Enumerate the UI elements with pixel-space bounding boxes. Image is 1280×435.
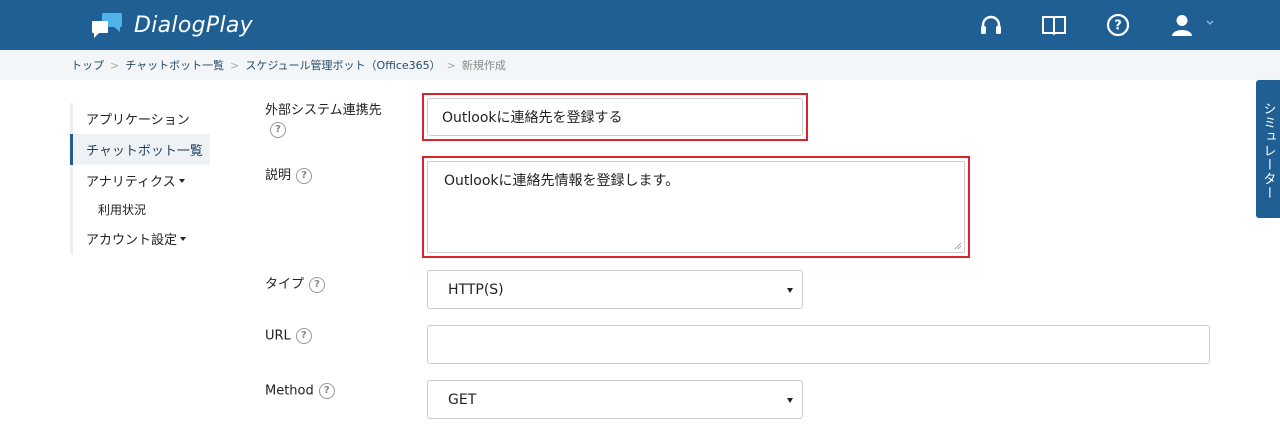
breadcrumb-separator: > [110,58,120,72]
help-button[interactable]: ? [1105,12,1131,38]
name-label-text: 外部システム連携先 [265,103,382,118]
method-select-value: GET [448,391,477,408]
sidebar-item-chatbot-list[interactable]: チャットボット一覧 [70,134,210,165]
description-value: Outlookに連絡先情報を登録します。 [444,173,680,189]
chevron-down-icon[interactable] [1205,18,1215,28]
help-circle-icon[interactable]: ? [309,276,326,293]
sidebar-item-label: チャットボット一覧 [86,144,203,159]
url-input[interactable] [427,325,1210,364]
description-textarea[interactable]: Outlookに連絡先情報を登録します。 [427,161,965,253]
breadcrumb: トップ > チャットボット一覧 > スケジュール管理ボット（Office365）… [71,50,506,80]
name-input-value: Outlookに連絡先を登録する [442,110,623,126]
sidebar-item-label: アナリティクス [86,175,176,190]
breadcrumb-bot[interactable]: スケジュール管理ボット（Office365） [245,57,440,73]
breadcrumb-top[interactable]: トップ [71,57,104,73]
brand-logo[interactable]: DialogPlay [90,10,253,40]
breadcrumb-bar: トップ > チャットボット一覧 > スケジュール管理ボット（Office365）… [0,50,1280,80]
help-circle-icon[interactable]: ? [295,328,312,344]
sidebar-item-analytics[interactable]: アナリティクス [70,165,210,196]
dropdown-arrow-icon [787,397,793,403]
user-icon [1172,15,1192,36]
manual-button[interactable] [1041,12,1067,38]
resize-grip-icon[interactable] [954,242,962,250]
method-label-text: Method [265,383,314,399]
type-label-text: タイプ [265,277,305,292]
help-circle-icon[interactable]: ? [296,167,313,184]
description-label: 説明? [265,164,313,184]
method-select[interactable]: GET [427,380,803,419]
help-circle-icon[interactable]: ? [270,122,286,138]
name-input[interactable]: Outlookに連絡先を登録する [427,98,803,136]
type-select[interactable]: HTTP(S) [427,270,803,309]
top-navbar: DialogPlay ? [0,0,1280,50]
help-circle-icon[interactable]: ? [318,383,335,399]
svg-text:?: ? [1114,19,1122,34]
sidebar-item-account-settings[interactable]: アカウント設定 [70,223,210,254]
simulator-tab-label: シミュレーター [1260,102,1276,200]
simulator-tab[interactable]: シミュレーター [1256,80,1280,218]
url-label-text: URL [265,328,291,344]
support-button[interactable] [978,12,1004,38]
url-label: URL? [265,328,312,344]
headset-icon [981,15,1001,34]
type-label: タイプ? [265,273,326,293]
breadcrumb-separator: > [230,58,240,72]
description-label-text: 説明 [265,168,292,183]
help-icon: ? [1106,13,1130,37]
user-menu-button[interactable] [1169,12,1195,38]
sidebar-item-application[interactable]: アプリケーション [70,103,210,134]
breadcrumb-current: 新規作成 [461,59,506,72]
sidebar-item-label: アプリケーション [86,113,190,128]
brand-name: DialogPlay [134,12,253,38]
sidebar-item-label: 利用状況 [98,203,147,217]
sidebar-item-label: アカウント設定 [86,233,178,248]
breadcrumb-chatbot-list[interactable]: チャットボット一覧 [125,57,224,73]
name-label: 外部システム連携先 [265,99,382,118]
method-label: Method? [265,383,335,399]
breadcrumb-separator: > [446,58,456,72]
sidebar-item-usage[interactable]: 利用状況 [70,196,210,223]
sidebar-nav: アプリケーション チャットボット一覧 アナリティクス 利用状況 アカウント設定 [70,103,210,254]
dropdown-arrow-icon [787,287,793,293]
book-icon [1042,16,1066,36]
caret-down-icon [178,178,185,183]
chat-bubbles-icon [92,13,122,38]
caret-down-icon [180,236,187,241]
type-select-value: HTTP(S) [448,281,504,298]
